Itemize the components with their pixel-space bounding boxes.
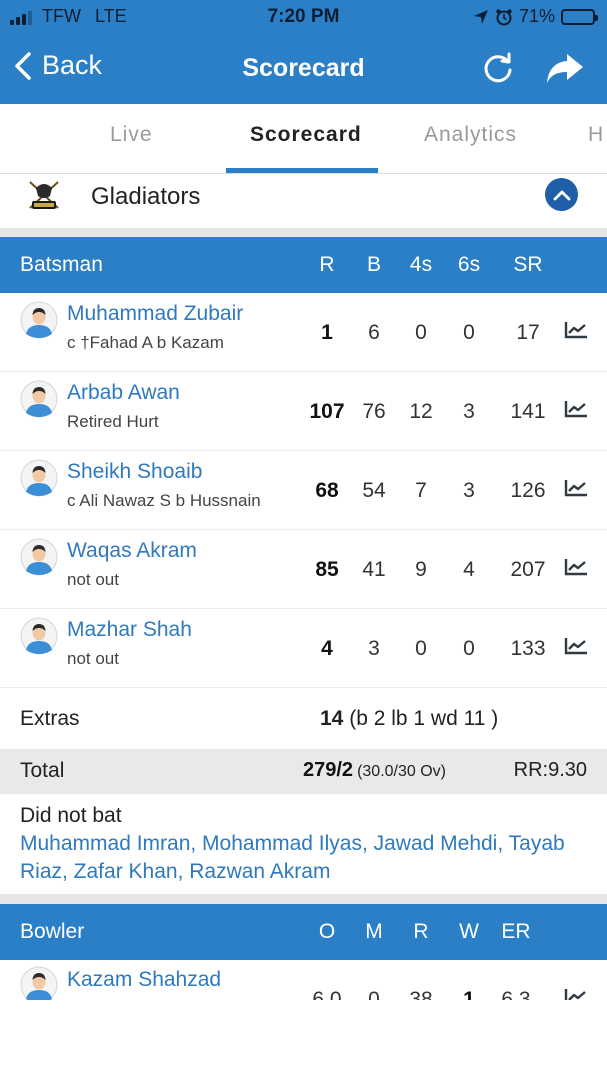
dismissal-info: c †Fahad A b Kazam: [67, 333, 224, 352]
battery-percent: 71%: [518, 6, 555, 26]
batsman-name[interactable]: Mazhar Shah: [67, 618, 192, 642]
share-button[interactable]: [545, 50, 585, 91]
tab-scorecard[interactable]: Scorecard: [250, 123, 362, 147]
tab-live[interactable]: Live: [110, 123, 153, 147]
player-avatar-icon: [20, 380, 58, 418]
did-not-bat-section: Did not bat Muhammad Imran, Mohammad Ily…: [0, 794, 607, 894]
batsman-strike-rate: 133: [510, 637, 546, 660]
batsman-sixes: 0: [463, 637, 475, 660]
extras-label: Extras: [20, 707, 80, 730]
team-name: Gladiators: [91, 183, 201, 210]
player-avatar-icon: [20, 966, 58, 1000]
battery-icon: [561, 8, 598, 25]
tab-analytics[interactable]: Analytics: [424, 123, 517, 147]
did-not-bat-label: Did not bat: [20, 804, 122, 827]
tab-bar: Live Scorecard Analytics H: [0, 104, 607, 174]
back-label: Back: [42, 50, 103, 80]
batsman-row[interactable]: Mazhar Shah not out 4 3 0 0 133: [0, 609, 607, 688]
batsman-strike-rate: 207: [510, 558, 546, 581]
batsman-header: Batsman: [20, 253, 103, 276]
extras-total: 14: [320, 707, 344, 730]
chevron-up-icon: [553, 190, 570, 200]
trend-chart-icon[interactable]: [564, 558, 588, 576]
extras-value: 14 (b 2 lb 1 wd 11 ): [320, 707, 498, 731]
dismissal-info: not out: [67, 649, 119, 668]
trend-chart-icon[interactable]: [564, 637, 588, 655]
bowling-header: Bowler O M R W ER: [0, 904, 607, 960]
section-divider: [0, 894, 607, 904]
section-divider: [0, 228, 607, 237]
batsman-name[interactable]: Muhammad Zubair: [67, 302, 243, 326]
batsman-row[interactable]: Waqas Akram not out 85 41 9 4 207: [0, 530, 607, 609]
total-label: Total: [20, 759, 65, 782]
refresh-icon: [484, 52, 512, 83]
team-header[interactable]: Gladiators: [0, 174, 607, 228]
tab-overflow[interactable]: H: [588, 123, 604, 147]
alarm-icon: [496, 8, 512, 25]
batsman-row[interactable]: Sheikh Shoaib c Ali Nawaz S b Hussnain 68 5…: [0, 451, 607, 530]
location-icon: [473, 9, 488, 24]
player-avatar-icon: [20, 459, 58, 497]
batsman-name[interactable]: Arbab Awan: [67, 381, 180, 405]
bowler-header: Bowler: [20, 920, 85, 943]
total-overs: (30.0/30 Ov): [357, 763, 446, 780]
batsman-strike-rate: 141: [510, 400, 546, 423]
player-avatar-icon: [20, 301, 58, 339]
batsman-strike-rate: 126: [510, 479, 546, 502]
dismissal-info: not out: [67, 570, 119, 589]
gladiators-logo: [29, 181, 59, 209]
did-not-bat-names[interactable]: Muhammad Imran, Mohammad Ilyas, Jawad Me…: [20, 830, 595, 886]
nav-bar: Back Scorecard: [0, 34, 607, 104]
batsman-name[interactable]: Sheikh Shoaib: [67, 460, 202, 484]
batting-header: Batsman R B 4s 6s SR: [0, 237, 607, 293]
total-score: 279/2 (30.0/30 Ov): [303, 759, 446, 782]
batsman-sixes: 3: [463, 479, 475, 502]
trend-chart-icon[interactable]: [564, 988, 588, 1000]
trend-chart-icon[interactable]: [564, 400, 588, 418]
run-rate: RR:9.30: [513, 759, 587, 781]
back-button[interactable]: Back: [14, 50, 102, 81]
strike-rate-header: SR: [513, 253, 543, 276]
player-avatar-icon: [20, 538, 58, 576]
dismissal-info: Retired Hurt: [67, 412, 159, 431]
status-bar: TFW LTE 7:20 PM 71%: [0, 0, 607, 34]
chevron-left-icon: [15, 51, 31, 80]
economy-header: ER: [501, 920, 531, 943]
trend-chart-icon[interactable]: [564, 321, 588, 339]
batsman-sixes: 0: [463, 321, 475, 344]
batsman-name[interactable]: Waqas Akram: [67, 539, 197, 563]
collapse-button[interactable]: [545, 178, 578, 211]
batsman-strike-rate: 17: [516, 321, 540, 344]
batsman-row[interactable]: Muhammad Zubair c †Fahad A b Kazam 1 6 0 0 17: [0, 293, 607, 372]
batsman-sixes: 3: [463, 400, 475, 423]
batsman-row[interactable]: Arbab Awan Retired Hurt 107 76 12 3 141: [0, 372, 607, 451]
refresh-button[interactable]: [480, 50, 516, 91]
dismissal-info: c Ali Nawaz S b Hussnain: [67, 491, 261, 510]
total-row: Total 279/2 (30.0/30 Ov) RR:9.30: [0, 749, 607, 794]
share-arrow-icon: [547, 54, 583, 83]
total-runs: 279/2: [303, 759, 354, 781]
player-avatar-icon: [20, 617, 58, 655]
bowler-name[interactable]: Kazam Shahzad: [67, 968, 221, 992]
bowler-row[interactable]: Kazam Shahzad 6.0 0 38 1 6.3: [0, 960, 607, 1000]
sixes-header: 6s: [457, 253, 481, 276]
bowler-economy: 6.3: [501, 988, 531, 1000]
extras-row: Extras 14 (b 2 lb 1 wd 11 ): [0, 689, 607, 749]
batsman-sixes: 4: [463, 558, 475, 581]
trend-chart-icon[interactable]: [564, 479, 588, 497]
extras-detail: (b 2 lb 1 wd 11 ): [349, 707, 499, 730]
status-right: 71%: [473, 6, 598, 27]
